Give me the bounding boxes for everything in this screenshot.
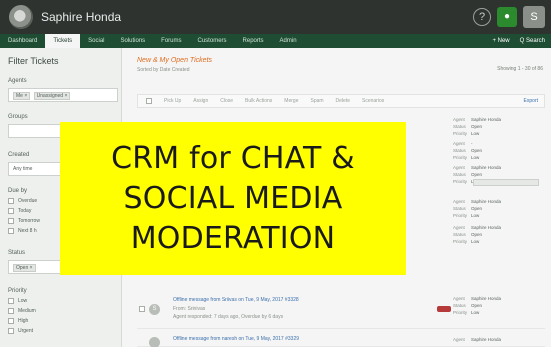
ticket-properties: AgentSaphire Honda StatusOpen PriorityLo… xyxy=(453,199,502,218)
sort-selector[interactable]: Sorted by Date Created xyxy=(137,67,190,73)
user-avatar[interactable]: S xyxy=(523,6,545,28)
bulk-actions-toolbar: Pick Up Assign Close Bulk Actions Merge … xyxy=(137,94,545,108)
close-button[interactable]: Close xyxy=(220,98,233,104)
agents-label: Agents xyxy=(8,78,27,84)
checkbox[interactable] xyxy=(8,198,14,204)
priority-option[interactable]: Low xyxy=(8,298,27,304)
banner-line: CRM for CHAT & xyxy=(111,140,355,176)
spam-button[interactable]: Spam xyxy=(310,98,323,104)
created-label: Created xyxy=(8,152,30,158)
checkbox[interactable] xyxy=(8,308,14,314)
tab-solutions[interactable]: Solutions xyxy=(112,34,153,48)
ticket-subject[interactable]: Offline message from naresh on Tue, 9 Ma… xyxy=(173,336,299,342)
row-checkbox[interactable] xyxy=(139,306,145,312)
ticket-row[interactable]: Offline message from naresh on Tue, 9 Ma… xyxy=(137,331,545,347)
dueby-label: Due by xyxy=(8,188,28,194)
priority-label: Priority xyxy=(8,288,27,294)
assign-button[interactable]: Assign xyxy=(193,98,208,104)
priority-option[interactable]: High xyxy=(8,318,28,324)
ticket-subject[interactable]: Offline message from Sriivas on Tue, 9 M… xyxy=(173,297,299,303)
new-button[interactable]: + New xyxy=(492,34,509,48)
ticket-meta: Agent responded: 7 days ago, Overdue by … xyxy=(173,314,284,320)
agent-chip[interactable]: Unassigned × xyxy=(33,92,71,100)
ticket-properties: Agent - Status Open Priority Low xyxy=(453,141,483,160)
banner-line: MODERATION xyxy=(130,220,336,256)
nav-actions: + New Q Search xyxy=(492,34,545,48)
brand-name: Saphire Honda xyxy=(41,10,122,24)
ticket-row[interactable]: S Offline message from Sriivas on Tue, 9… xyxy=(137,291,545,329)
pickup-button[interactable]: Pick Up xyxy=(164,98,181,104)
checkbox[interactable] xyxy=(8,328,14,334)
checkbox[interactable] xyxy=(8,208,14,214)
sidebar-title: Filter Tickets xyxy=(8,56,59,66)
delete-button[interactable]: Delete xyxy=(336,98,350,104)
avatar xyxy=(149,337,160,347)
ticket-properties: AgentSaphire Honda StatusOpen PriorityLo… xyxy=(453,117,502,136)
checkbox[interactable] xyxy=(8,218,14,224)
dueby-option[interactable]: Tomorrow xyxy=(8,218,40,224)
ticket-requester: From: Srinivas xyxy=(173,306,206,312)
crm-app-window: Saphire Honda ? ● S Dashboard Tickets So… xyxy=(0,0,551,347)
brand-logo-icon xyxy=(9,5,33,29)
priority-option[interactable]: Medium xyxy=(8,308,36,314)
promo-banner: CRM for CHAT & SOCIAL MEDIA MODERATION xyxy=(60,122,406,275)
dueby-option[interactable]: Next 8 h xyxy=(8,228,37,234)
agent-chip[interactable]: Me × xyxy=(13,92,31,100)
scenarios-button[interactable]: Scenarios xyxy=(362,98,384,104)
tab-dashboard[interactable]: Dashboard xyxy=(0,34,45,48)
status-chip[interactable]: Open × xyxy=(13,264,36,272)
priority-option[interactable]: Urgent xyxy=(8,328,33,334)
select-all-checkbox[interactable] xyxy=(146,98,152,104)
view-selector[interactable]: New & My Open Tickets xyxy=(137,57,212,64)
help-icon[interactable]: ? xyxy=(473,8,491,26)
checkbox[interactable] xyxy=(8,228,14,234)
tab-admin[interactable]: Admin xyxy=(272,34,305,48)
dueby-option[interactable]: Today xyxy=(8,208,31,214)
dueby-option[interactable]: Overdue xyxy=(8,198,37,204)
top-bar: Saphire Honda ? ● S xyxy=(0,0,551,34)
checkbox[interactable] xyxy=(8,298,14,304)
tab-customers[interactable]: Customers xyxy=(190,34,235,48)
main-nav: Dashboard Tickets Social Solutions Forum… xyxy=(0,34,551,48)
priority-dropdown[interactable] xyxy=(473,179,539,186)
bulk-actions-button[interactable]: Bulk Actions xyxy=(245,98,272,104)
status-label: Status xyxy=(8,250,26,256)
ticket-properties: AgentSaphire Honda StatusOpen PriorityLo… xyxy=(453,225,502,244)
groups-label: Groups xyxy=(8,114,28,120)
top-right-actions: ? ● S xyxy=(473,6,545,28)
status-badge xyxy=(437,306,451,312)
avatar: S xyxy=(149,304,160,315)
merge-button[interactable]: Merge xyxy=(284,98,298,104)
export-button[interactable]: Export xyxy=(524,98,538,104)
checkbox[interactable] xyxy=(8,318,14,324)
ticket-properties: Agent Saphire Honda xyxy=(453,337,502,342)
banner-line: SOCIAL MEDIA xyxy=(123,180,343,216)
search-button[interactable]: Q Search xyxy=(520,34,545,48)
tab-forums[interactable]: Forums xyxy=(153,34,189,48)
tab-reports[interactable]: Reports xyxy=(235,34,272,48)
ticket-properties: AgentSaphire Honda StatusOpen PriorityLo… xyxy=(453,296,502,315)
pagination[interactable]: Showing 1 - 30 of 86 xyxy=(497,66,543,72)
tab-social[interactable]: Social xyxy=(80,34,112,48)
notification-icon[interactable]: ● xyxy=(497,7,517,27)
agents-filter[interactable]: Me × Unassigned × xyxy=(8,88,118,102)
tab-tickets[interactable]: Tickets xyxy=(45,34,81,48)
